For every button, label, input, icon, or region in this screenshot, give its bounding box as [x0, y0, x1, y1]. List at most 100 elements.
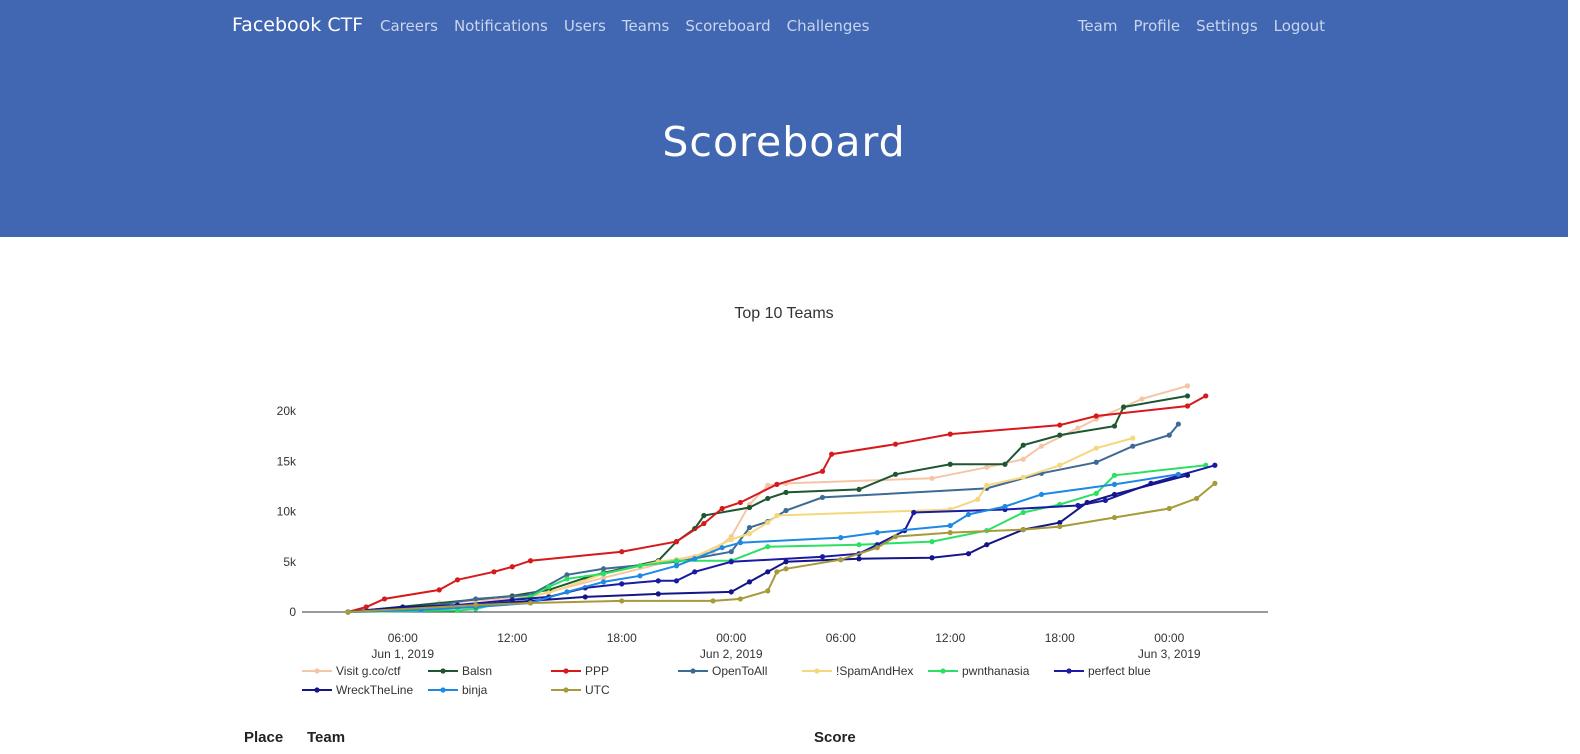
nav-teams[interactable]: Teams: [622, 17, 669, 35]
y-tick-label: 15k: [277, 454, 297, 468]
data-point: [746, 579, 753, 585]
data-point: [892, 441, 899, 447]
brand-link[interactable]: Facebook CTF: [232, 14, 363, 36]
data-point: [1038, 443, 1045, 449]
data-point: [1075, 425, 1081, 431]
nav-notifications[interactable]: Notifications: [454, 17, 548, 35]
legend-label: binja: [462, 683, 488, 697]
data-point: [1084, 499, 1090, 506]
data-point: [1166, 505, 1172, 512]
data-point: [819, 494, 826, 501]
x-tick-label: 12:00: [497, 631, 527, 645]
data-point: [1175, 421, 1181, 427]
y-tick-label: 10k: [277, 505, 297, 519]
x-tick-label: 00:00: [1154, 631, 1184, 645]
header-place: Place: [244, 729, 284, 746]
data-point: [527, 558, 534, 564]
data-point: [619, 598, 625, 604]
legend-label: Balsn: [462, 664, 492, 678]
legend-label: UTC: [585, 683, 610, 697]
data-point: [1093, 459, 1099, 465]
data-point: [765, 588, 771, 594]
data-point: [1020, 509, 1026, 516]
data-point: [783, 507, 789, 514]
x-tick-label: 00:00: [716, 631, 746, 645]
data-point: [1057, 422, 1063, 428]
data-point: [600, 571, 607, 577]
legend-swatch-dot: [563, 687, 569, 693]
legend-swatch-dot: [440, 687, 446, 693]
nav-team[interactable]: Team: [1078, 17, 1118, 35]
data-point: [856, 486, 862, 492]
data-point: [728, 589, 734, 595]
data-point: [947, 530, 953, 536]
nav-scoreboard[interactable]: Scoreboard: [685, 17, 770, 35]
x-tick-date-label: Jun 2, 2019: [700, 647, 763, 661]
data-point: [1093, 445, 1099, 451]
data-point: [673, 539, 680, 545]
data-point: [637, 563, 643, 569]
legend-label: Visit g.co/ctf: [336, 664, 401, 678]
data-point: [1184, 472, 1191, 478]
data-point: [911, 509, 917, 516]
data-point: [454, 577, 461, 583]
data-point: [564, 576, 570, 582]
data-point: [965, 551, 972, 557]
nav-settings[interactable]: Settings: [1196, 17, 1258, 35]
data-point: [856, 556, 862, 562]
data-point: [746, 531, 753, 537]
data-point: [892, 471, 899, 477]
data-point: [947, 431, 953, 437]
data-point: [1203, 393, 1209, 399]
data-point: [619, 549, 625, 555]
data-point: [673, 558, 680, 564]
data-point: [1111, 491, 1118, 498]
header-team: Team: [307, 729, 346, 746]
data-point: [1184, 393, 1191, 399]
data-point: [856, 542, 862, 548]
data-point: [975, 496, 981, 503]
legend-swatch-dot: [563, 668, 569, 674]
data-point: [692, 556, 698, 562]
legend-swatch-dot: [314, 668, 320, 674]
legend-swatch-dot: [314, 687, 320, 693]
nav-profile[interactable]: Profile: [1133, 17, 1180, 35]
data-point: [564, 589, 570, 595]
data-point: [719, 505, 725, 512]
data-point: [929, 555, 935, 561]
nav-left: Careers Notifications Users Teams Scoreb…: [380, 17, 869, 35]
x-tick-date-label: Jun 1, 2019: [371, 647, 434, 661]
x-tick-label: 06:00: [388, 631, 418, 645]
nav-careers[interactable]: Careers: [380, 17, 438, 35]
data-point: [692, 569, 698, 575]
data-point: [737, 596, 743, 602]
data-point: [701, 520, 707, 527]
series-line: [347, 464, 1216, 613]
data-point: [737, 540, 743, 546]
data-point: [765, 519, 771, 526]
data-point: [829, 451, 835, 457]
data-point: [473, 596, 479, 602]
x-tick-label: 12:00: [935, 631, 965, 645]
data-point: [582, 594, 588, 600]
data-point: [619, 581, 625, 587]
data-point: [965, 511, 972, 518]
nav-challenges[interactable]: Challenges: [787, 17, 870, 35]
data-point: [381, 596, 388, 602]
data-point: [1184, 383, 1191, 389]
data-point: [1002, 503, 1008, 510]
data-point: [710, 598, 716, 604]
data-point: [491, 569, 497, 575]
x-tick-label: 18:00: [1045, 631, 1075, 645]
nav-users[interactable]: Users: [564, 17, 606, 35]
data-point: [1175, 471, 1181, 477]
data-point: [984, 542, 990, 548]
series-line: [347, 423, 1180, 613]
legend-swatch-dot: [940, 668, 946, 674]
data-point: [728, 549, 734, 555]
data-point: [1038, 491, 1045, 498]
data-point: [719, 545, 725, 551]
data-point: [929, 539, 935, 545]
nav-logout[interactable]: Logout: [1274, 17, 1325, 35]
y-tick-label: 5k: [283, 555, 297, 569]
